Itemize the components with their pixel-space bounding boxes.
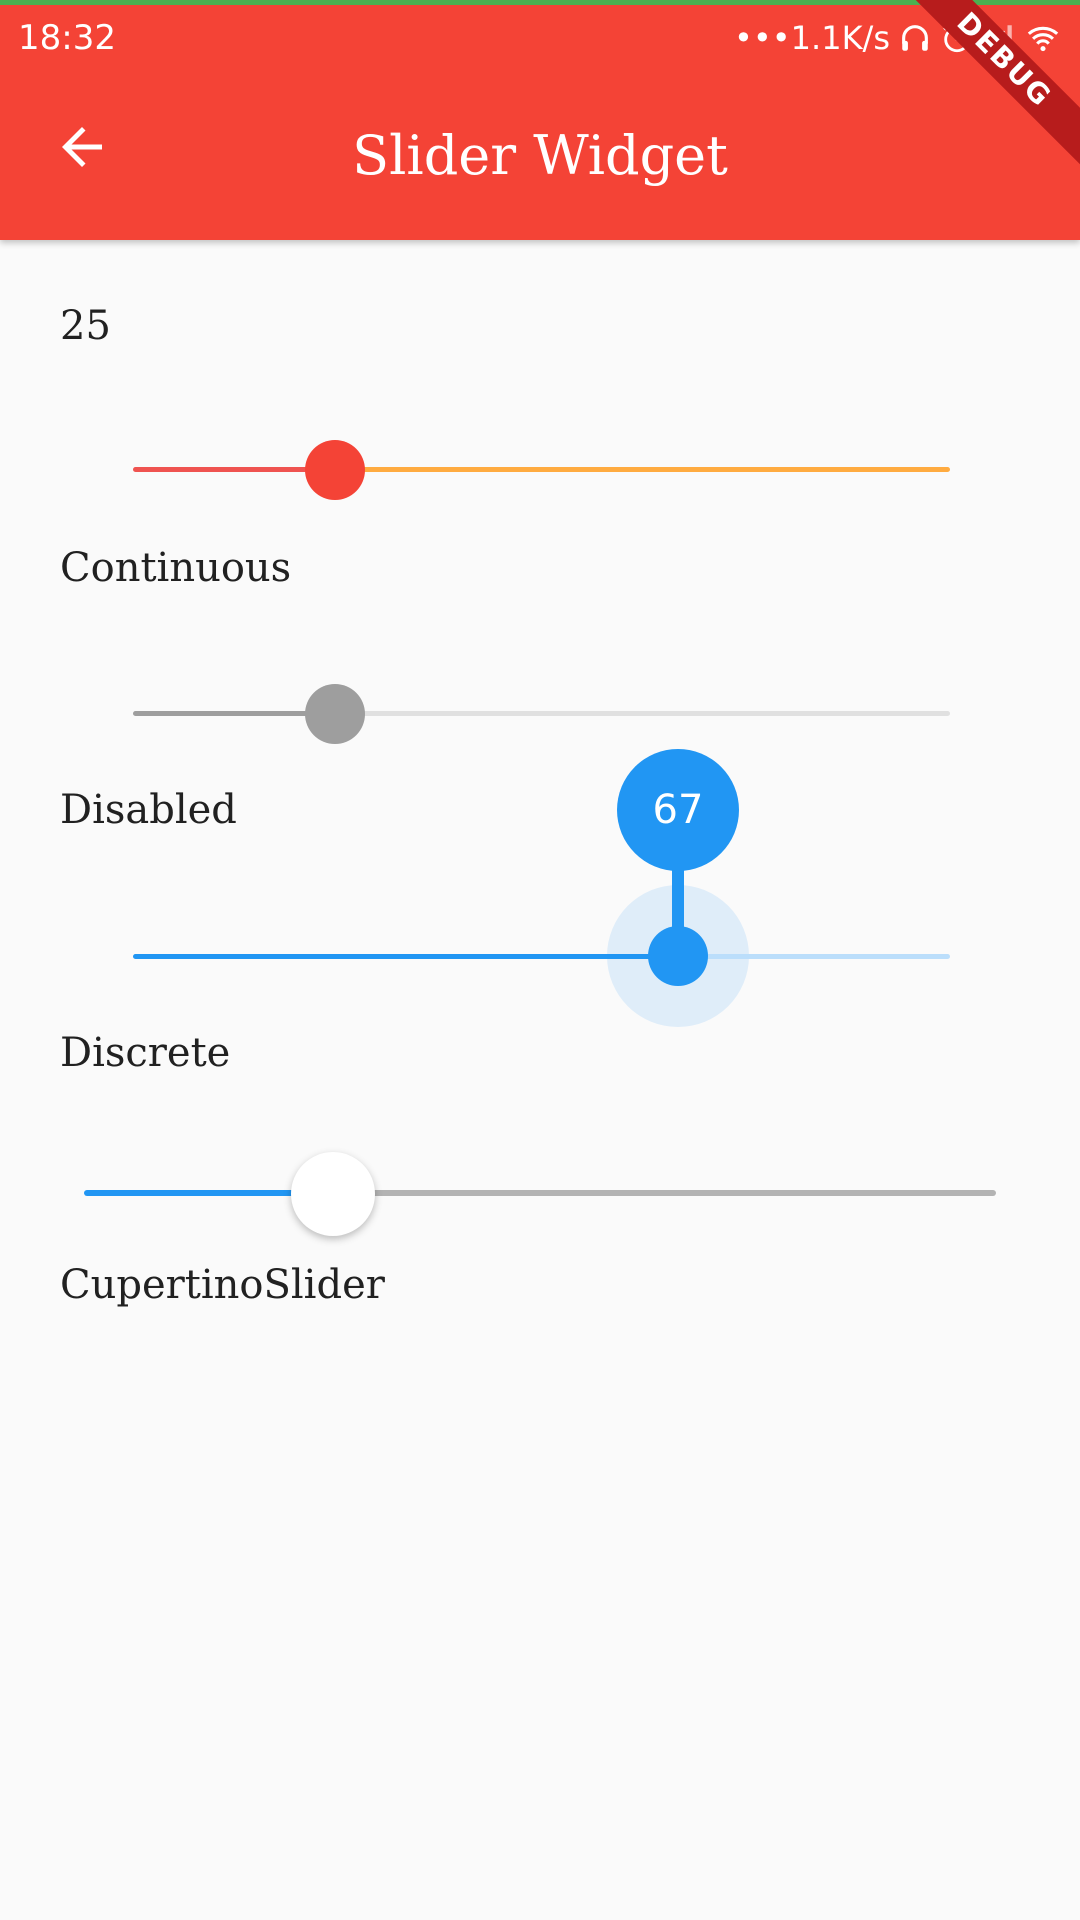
cupertino-slider-inactive-track[interactable] [334, 1190, 996, 1196]
continuous-value-text: 25 [60, 303, 111, 349]
discrete-slider-thumb[interactable] [648, 926, 708, 986]
disabled-slider-inactive-track [335, 711, 950, 716]
disabled-label: Disabled [60, 787, 237, 833]
continuous-label: Continuous [60, 545, 292, 591]
discrete-label: Discrete [60, 1030, 231, 1076]
value-indicator-bubble: 67 [617, 749, 739, 871]
headphones-icon [902, 25, 928, 51]
continuous-slider-thumb[interactable] [305, 440, 365, 500]
discrete-slider-inactive-track[interactable] [678, 954, 950, 959]
discrete-slider-active-track[interactable] [133, 954, 678, 959]
page-title: Slider Widget [352, 124, 728, 187]
continuous-slider-inactive-track[interactable] [335, 467, 950, 472]
wifi-icon [1027, 26, 1059, 52]
cupertino-label: CupertinoSlider [60, 1262, 385, 1308]
disabled-slider-thumb [305, 684, 365, 744]
app-bar: 18:32 •••1.1K/s Slider Widget DEBUG [0, 0, 1080, 240]
network-speed: •••1.1K/s [734, 19, 890, 57]
status-time: 18:32 [18, 18, 116, 58]
cupertino-slider-thumb[interactable] [291, 1152, 375, 1236]
